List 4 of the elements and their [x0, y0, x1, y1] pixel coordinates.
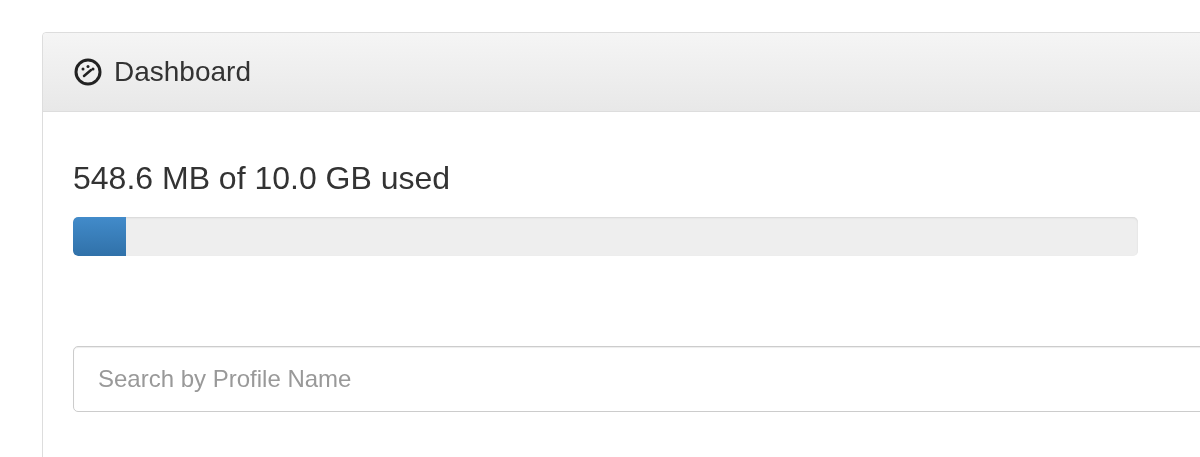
- dashboard-gauge-icon: [74, 58, 102, 86]
- panel-title: Dashboard: [114, 56, 251, 88]
- storage-usage-text: 548.6 MB of 10.0 GB used: [73, 160, 451, 197]
- search-field[interactable]: Search by Profile Name: [73, 346, 1200, 412]
